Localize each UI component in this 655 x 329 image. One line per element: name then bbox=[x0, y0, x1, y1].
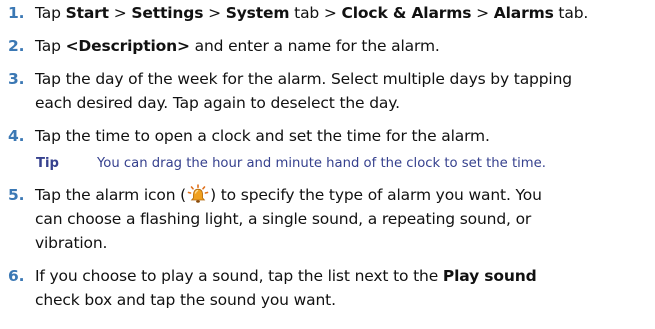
text-run: and enter a name for the alarm. bbox=[189, 37, 440, 55]
text-line: Tap the day of the week for the alarm. S… bbox=[35, 70, 572, 88]
step-3: 3. Tap the day of the week for the alarm… bbox=[0, 67, 655, 115]
menu-path-clock-alarms: Clock & Alarms bbox=[341, 4, 472, 22]
step-text: Tap Start > Settings > System tab > Cloc… bbox=[35, 1, 653, 25]
step-4: 4. Tap the time to open a clock and set … bbox=[0, 124, 655, 148]
step-number: 4. bbox=[8, 127, 25, 145]
description-field-label: <Description> bbox=[65, 37, 190, 55]
step-1: 1. Tap Start > Settings > System tab > C… bbox=[0, 1, 655, 25]
menu-path-alarms: Alarms bbox=[493, 4, 554, 22]
text-run: > bbox=[471, 4, 494, 22]
step-6: 6. If you choose to play a sound, tap th… bbox=[0, 264, 655, 312]
text-line: check box and tap the sound you want. bbox=[35, 291, 336, 309]
text-run: > bbox=[108, 4, 132, 22]
step-number: 3. bbox=[8, 70, 25, 88]
text-line: If you choose to play a sound, tap the l… bbox=[35, 264, 653, 288]
step-text: Tap the alarm icon () to specify the ty… bbox=[35, 183, 653, 255]
text-run: tab. bbox=[553, 4, 589, 22]
menu-path-settings: Settings bbox=[131, 4, 204, 22]
text-run: > bbox=[203, 4, 226, 22]
text-line: can choose a flashing light, a single so… bbox=[35, 210, 532, 228]
step-text: Tap the time to open a clock and set the… bbox=[35, 127, 490, 145]
step-text: Tap the day of the week for the alarm. S… bbox=[35, 67, 653, 115]
text-run: If you choose to play a sound, tap the l… bbox=[35, 267, 443, 285]
menu-path-system: System bbox=[225, 4, 290, 22]
text-line: each desired day. Tap again to deselect … bbox=[35, 94, 400, 112]
step-text: If you choose to play a sound, tap the l… bbox=[35, 264, 653, 312]
alarm-bell-icon bbox=[187, 184, 209, 204]
text-run: Tap the alarm icon ( bbox=[35, 186, 187, 204]
step-number: 1. bbox=[8, 4, 25, 22]
text-line: vibration. bbox=[35, 234, 108, 252]
play-sound-label: Play sound bbox=[442, 267, 537, 285]
step-number: 6. bbox=[8, 267, 25, 285]
text-run: Tap bbox=[35, 37, 66, 55]
menu-path-start: Start bbox=[65, 4, 109, 22]
text-run: ) to specify the type of alarm you want.… bbox=[210, 186, 542, 204]
text-run: tab > bbox=[289, 4, 342, 22]
tip-label: Tip bbox=[36, 156, 59, 171]
tip-text: You can drag the hour and minute hand of… bbox=[97, 156, 546, 171]
step-number: 5. bbox=[8, 186, 25, 204]
tip-note: Tip You can drag the hour and minute han… bbox=[36, 155, 646, 173]
step-text: Tap <Description> and enter a name for t… bbox=[35, 34, 653, 58]
step-5: 5. Tap the alarm icon () to specify the… bbox=[0, 183, 655, 255]
step-number: 2. bbox=[8, 37, 25, 55]
step-2: 2. Tap <Description> and enter a name fo… bbox=[0, 34, 655, 58]
text-line: Tap the alarm icon () to specify the ty… bbox=[35, 183, 653, 207]
text-run: Tap bbox=[35, 4, 66, 22]
instruction-page: 1. Tap Start > Settings > System tab > C… bbox=[0, 0, 655, 329]
